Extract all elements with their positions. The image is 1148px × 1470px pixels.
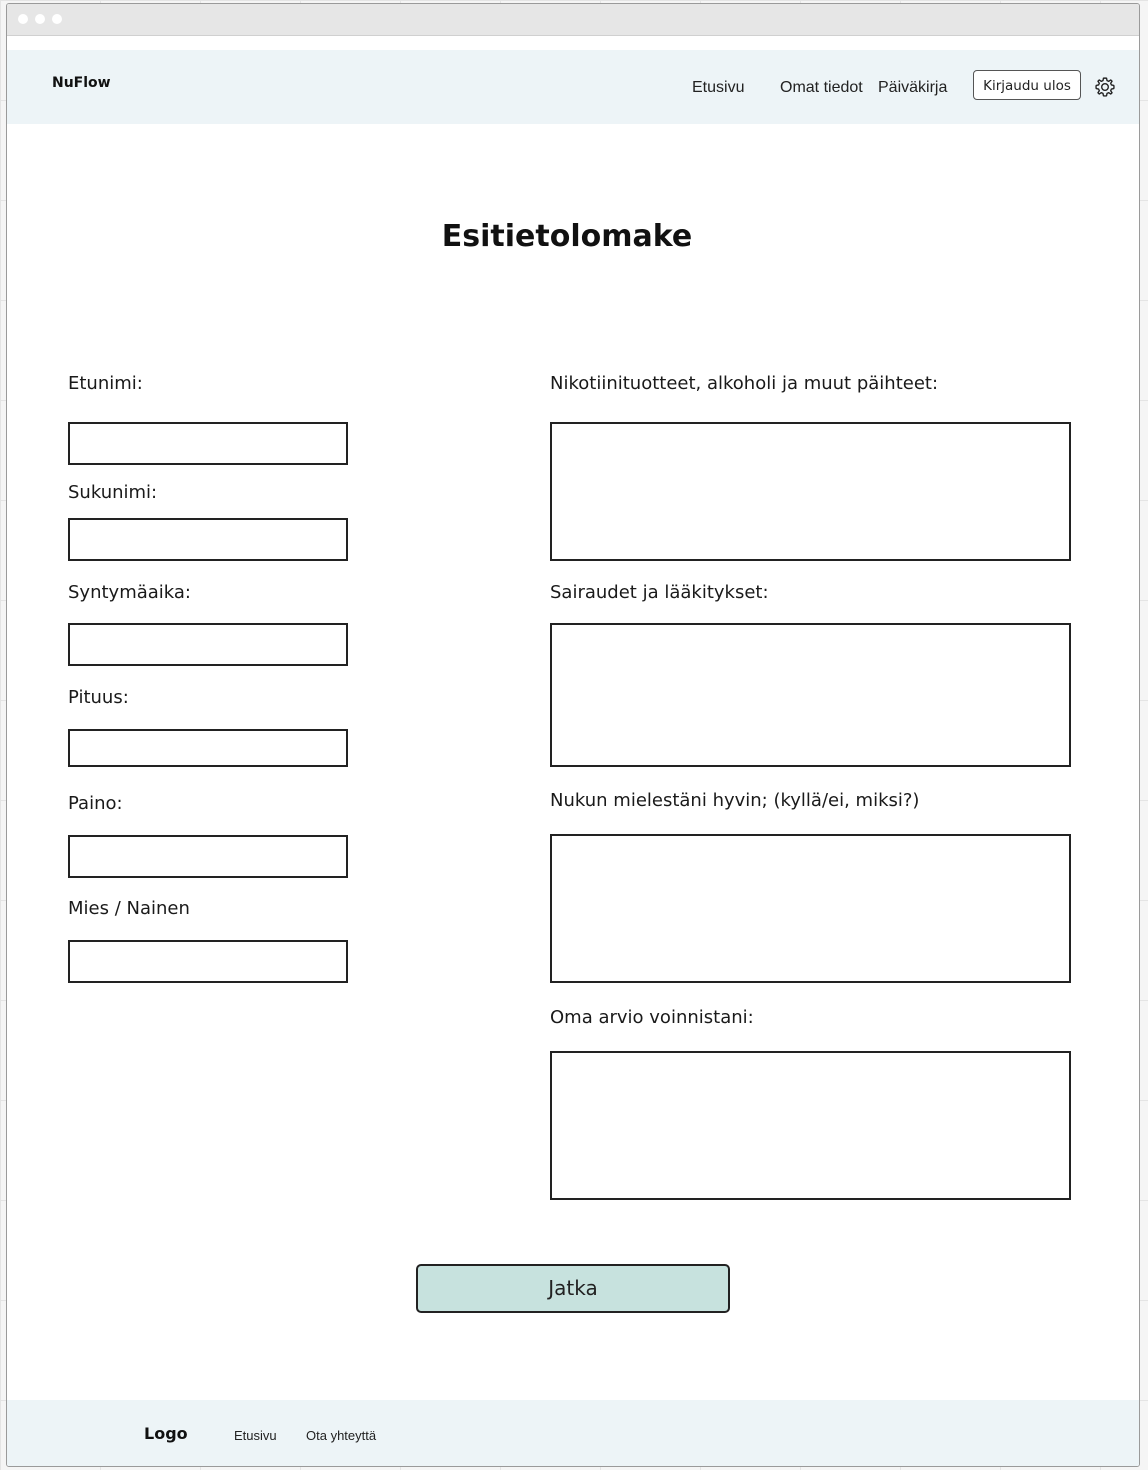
top-navbar: NuFlow Etusivu Omat tiedot Päiväkirja Ki…: [7, 50, 1139, 124]
illnesses-textarea[interactable]: [550, 623, 1071, 767]
substances-label: Nikotiinituotteet, alkoholi ja muut päih…: [550, 373, 939, 394]
weight-label: Paino:: [68, 793, 123, 814]
gender-label: Mies / Nainen: [68, 898, 190, 919]
gear-icon[interactable]: [1094, 76, 1116, 98]
window-control-dot[interactable]: [52, 14, 62, 24]
brand-logo[interactable]: NuFlow: [52, 75, 111, 91]
page-title: Esitietolomake: [441, 219, 693, 254]
substances-textarea[interactable]: [550, 422, 1071, 561]
wellbeing-textarea[interactable]: [550, 1051, 1071, 1200]
gender-input[interactable]: [68, 940, 348, 983]
continue-button[interactable]: Jatka: [416, 1264, 730, 1313]
first-name-label: Etunimi:: [68, 373, 143, 394]
window-titlebar: [7, 4, 1139, 36]
footer-link-contact[interactable]: Ota yhteyttä: [306, 1428, 376, 1443]
sleep-textarea[interactable]: [550, 834, 1071, 983]
window-control-dot[interactable]: [35, 14, 45, 24]
footer-logo[interactable]: Logo: [144, 1424, 188, 1443]
first-name-input[interactable]: [68, 422, 348, 465]
nav-item-etusivu[interactable]: Etusivu: [692, 79, 744, 97]
nav-item-paivakirja[interactable]: Päiväkirja: [878, 79, 947, 97]
nav-item-omat-tiedot[interactable]: Omat tiedot: [780, 79, 863, 97]
height-input[interactable]: [68, 729, 348, 767]
wellbeing-label: Oma arvio voinnistani:: [550, 1007, 754, 1028]
height-label: Pituus:: [68, 687, 129, 708]
footer-link-etusivu[interactable]: Etusivu: [234, 1428, 277, 1443]
logout-button[interactable]: Kirjaudu ulos: [973, 70, 1081, 100]
sleep-label: Nukun mielestäni hyvin; (kyllä/ei, miksi…: [550, 790, 920, 811]
browser-window: NuFlow Etusivu Omat tiedot Päiväkirja Ki…: [6, 3, 1140, 1467]
footer: Logo Etusivu Ota yhteyttä: [7, 1400, 1139, 1466]
window-control-dot[interactable]: [18, 14, 28, 24]
birthdate-input[interactable]: [68, 623, 348, 666]
weight-input[interactable]: [68, 835, 348, 878]
birthdate-label: Syntymäaika:: [68, 582, 191, 603]
last-name-label: Sukunimi:: [68, 482, 158, 503]
last-name-input[interactable]: [68, 518, 348, 561]
illnesses-label: Sairaudet ja lääkitykset:: [550, 582, 769, 603]
